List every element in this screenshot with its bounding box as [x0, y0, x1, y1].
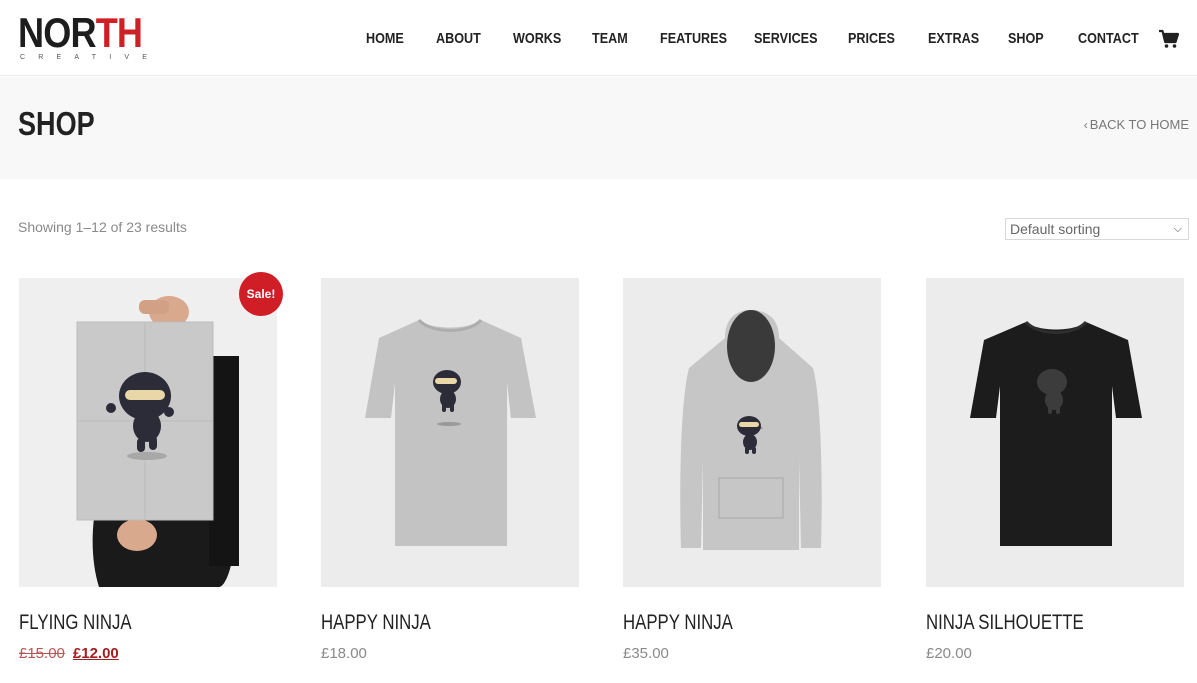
product-name[interactable]: FLYING NINJA: [19, 611, 132, 635]
product-image[interactable]: [623, 278, 881, 587]
grey-tshirt-image: [321, 278, 579, 587]
product-card: FLYING NINJA £15.00 £12.00: [19, 278, 277, 662]
back-to-home-link[interactable]: ‹ BACK TO HOME: [1084, 117, 1189, 132]
product-card: HAPPY NINJA £35.00: [623, 278, 881, 662]
result-count: Showing 1–12 of 23 results: [18, 219, 187, 235]
nav-prices[interactable]: PRICES: [848, 27, 895, 51]
price-sale: £12.00: [72, 645, 119, 662]
nav-home[interactable]: HOME: [366, 27, 404, 51]
back-to-home-label: BACK TO HOME: [1089, 117, 1189, 132]
price-original: £15.00: [19, 645, 65, 662]
product-image[interactable]: [926, 278, 1184, 587]
page-title: SHOP: [18, 105, 95, 142]
product-price: £18.00: [321, 645, 367, 662]
shopping-cart-icon[interactable]: [1158, 29, 1180, 49]
chevron-left-icon: ‹: [1083, 118, 1088, 132]
product-name[interactable]: HAPPY NINJA: [623, 611, 733, 635]
logo-wordmark: NORTH: [18, 9, 143, 56]
product-image[interactable]: [19, 278, 277, 587]
product-price: £15.00 £12.00: [19, 645, 119, 662]
product-name[interactable]: HAPPY NINJA: [321, 611, 431, 635]
grey-hoodie-image: [623, 278, 881, 587]
product-name[interactable]: NINJA SILHOUETTE: [926, 611, 1084, 635]
chevron-down-icon: ⌵: [1173, 223, 1182, 235]
logo-text-th: TH: [95, 9, 143, 56]
product-price: £20.00: [926, 645, 972, 662]
product-card: HAPPY NINJA £18.00: [321, 278, 579, 662]
black-tshirt-image: [926, 278, 1184, 587]
nav-features[interactable]: FEATURES: [660, 27, 727, 51]
north-creative-logo[interactable]: NORTH CREATIVE: [18, 9, 147, 64]
product-card: NINJA SILHOUETTE £20.00: [926, 278, 1184, 662]
nav-extras[interactable]: EXTRAS: [928, 27, 979, 51]
nav-contact[interactable]: CONTACT: [1078, 27, 1139, 51]
sale-badge: Sale!: [239, 272, 283, 316]
site-header: NORTH CREATIVE HOME ABOUT WORKS TEAM FEA…: [0, 0, 1197, 76]
nav-services[interactable]: SERVICES: [754, 27, 817, 51]
page-title-bar: SHOP ‹ BACK TO HOME: [0, 77, 1197, 179]
nav-shop[interactable]: SHOP: [1008, 27, 1044, 51]
logo-text-north: NOR: [18, 9, 97, 56]
nav-team[interactable]: TEAM: [592, 27, 628, 51]
product-price: £35.00: [623, 645, 669, 662]
nav-works[interactable]: WORKS: [513, 27, 561, 51]
poster-photo-image: [19, 278, 277, 587]
logo-subtitle: CREATIVE: [20, 54, 161, 61]
sorting-select[interactable]: Default sorting ⌵: [1005, 218, 1189, 240]
nav-about[interactable]: ABOUT: [436, 27, 481, 51]
sorting-selected-value: Default sorting: [1010, 221, 1101, 237]
product-image[interactable]: [321, 278, 579, 587]
